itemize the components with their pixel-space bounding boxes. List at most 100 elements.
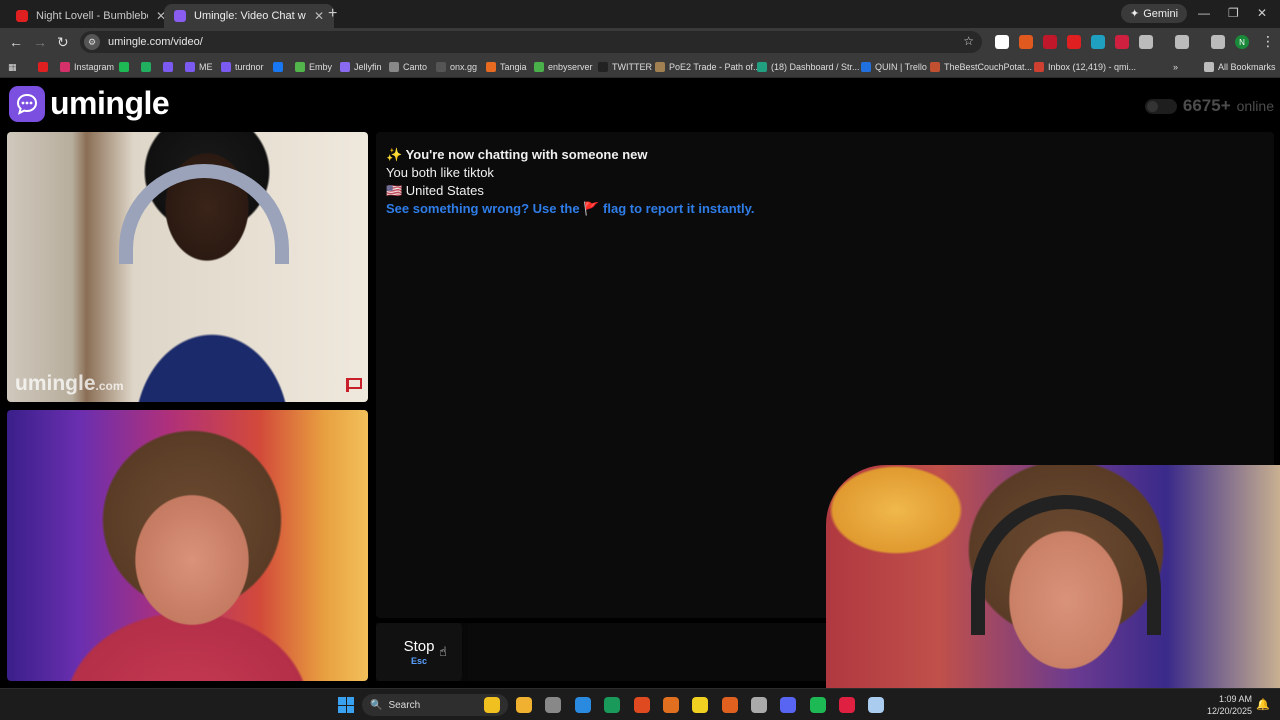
bookmark-favicon-icon <box>534 62 544 72</box>
taskbar-app-icon[interactable] <box>634 697 650 713</box>
watermark-suffix: .com <box>95 379 124 393</box>
hand-cursor-icon: ☝ <box>439 644 447 659</box>
taskbar-app-icon[interactable] <box>839 697 855 713</box>
bookmark-item[interactable] <box>119 60 133 74</box>
close-window-button[interactable]: ✕ <box>1257 6 1267 20</box>
bookmark-item[interactable]: TheBestCouchPotat... <box>930 60 1032 74</box>
bookmark-item[interactable]: TWITTER <box>598 60 652 74</box>
bookmark-item[interactable]: PoE2 Trade - Path of... <box>655 60 761 74</box>
taskbar-app-icon[interactable] <box>604 697 620 713</box>
report-hint-post: flag to report it instantly. <box>603 201 755 216</box>
folder-icon <box>1204 62 1214 72</box>
bookmark-item[interactable]: Emby <box>295 60 332 74</box>
extension-icon[interactable] <box>995 35 1009 49</box>
minimize-button[interactable]: — <box>1198 6 1210 20</box>
taskbar-app-icon[interactable] <box>545 697 561 713</box>
extension-icon[interactable] <box>1175 35 1189 49</box>
extension-icon[interactable] <box>1211 35 1225 49</box>
youtube-icon <box>16 10 28 22</box>
new-tab-button[interactable]: + <box>328 5 337 23</box>
taskbar-app-icon[interactable] <box>810 697 826 713</box>
bookmark-item[interactable]: turdnor <box>221 60 264 74</box>
apps-grid-icon[interactable]: ▦ <box>8 60 17 74</box>
bookmark-item[interactable]: (18) Dashboard / Str... <box>757 60 860 74</box>
site-info-icon[interactable]: ⚙ <box>84 34 100 50</box>
bookmark-item[interactable]: enbyserver <box>534 60 593 74</box>
bookmark-favicon-icon <box>598 62 608 72</box>
stop-button[interactable]: Stop Esc <box>376 623 462 681</box>
taskbar-app-icon[interactable] <box>575 697 591 713</box>
restore-button[interactable]: ❐ <box>1228 6 1239 20</box>
system-clock[interactable]: 1:09 AM 12/20/2025 <box>1207 693 1252 717</box>
bookmarks-overflow-button[interactable]: » <box>1173 60 1178 74</box>
close-tab-icon[interactable]: ✕ <box>314 9 324 23</box>
country-line: 🇺🇸 United States <box>386 183 484 198</box>
stop-shortcut-hint: Esc <box>410 656 427 666</box>
chrome-menu-icon[interactable]: ⋮ <box>1261 33 1275 50</box>
chat-bubble-icon <box>9 85 45 122</box>
back-button[interactable]: ← <box>9 34 23 50</box>
tab-umingle[interactable]: Umingle: Video Chat with S ✕ <box>164 4 335 28</box>
tab-strip: Night Lovell - Bumblebee (KEIF ✕ Umingle… <box>0 0 1280 28</box>
clock-time: 1:09 AM <box>1218 694 1252 704</box>
bookmark-item[interactable] <box>141 60 155 74</box>
extension-icon[interactable] <box>1067 35 1081 49</box>
taskbar-app-icon[interactable] <box>663 697 679 713</box>
bookmark-item[interactable]: Jellyfin <box>340 60 382 74</box>
taskbar-app-icon[interactable] <box>868 697 884 713</box>
forward-button[interactable]: → <box>33 34 47 50</box>
bookmark-item[interactable] <box>163 60 177 74</box>
bookmark-favicon-icon <box>340 62 350 72</box>
bookmark-favicon-icon <box>273 62 283 72</box>
bookmark-favicon-icon <box>295 62 305 72</box>
online-indicator: 6675+ online <box>1144 96 1274 116</box>
taskbar-app-icon[interactable] <box>516 697 532 713</box>
bookmark-favicon-icon <box>757 62 767 72</box>
bookmark-favicon-icon <box>60 62 70 72</box>
extension-icon[interactable] <box>1139 35 1153 49</box>
bookmark-item[interactable]: Instagram <box>60 60 114 74</box>
taskbar-app-icon[interactable] <box>780 697 796 713</box>
all-bookmarks-button[interactable]: All Bookmarks <box>1204 60 1276 74</box>
taskbar-app-icon[interactable] <box>722 697 738 713</box>
bookmark-item[interactable] <box>38 60 52 74</box>
report-flag-icon[interactable] <box>346 378 362 392</box>
headset-shape <box>971 495 1161 635</box>
address-bar[interactable]: ⚙ umingle.com/video/ ☆ <box>80 31 982 53</box>
bookmark-label: QUIN | Trello <box>875 62 927 72</box>
reload-button[interactable]: ↻ <box>57 34 69 51</box>
bookmark-item[interactable]: QUIN | Trello <box>861 60 927 74</box>
report-hint-line[interactable]: See something wrong? Use the 🚩 flag to r… <box>386 201 754 217</box>
sparkle-icon: ✦ <box>1130 8 1140 20</box>
bookmark-item[interactable]: Tangia <box>486 60 527 74</box>
stop-label: Stop <box>403 638 435 655</box>
extension-icon[interactable] <box>1091 35 1105 49</box>
bookmark-item[interactable]: Canto <box>389 60 427 74</box>
tab-night-lovell[interactable]: Night Lovell - Bumblebee (KEIF ✕ <box>6 4 176 28</box>
bookmark-item[interactable]: ME <box>185 60 213 74</box>
gemini-button[interactable]: ✦ Gemini <box>1121 4 1188 23</box>
bookmark-favicon-icon <box>141 62 151 72</box>
bookmark-label: Canto <box>403 62 428 72</box>
gemini-label: Gemini <box>1143 7 1179 20</box>
taskbar-app-icon[interactable] <box>751 697 767 713</box>
umingle-logo[interactable]: umingle <box>9 85 170 122</box>
extension-icon[interactable] <box>1043 35 1057 49</box>
bookmark-label: turdnor <box>235 62 264 72</box>
notification-bell-icon[interactable]: 🔔 <box>1256 698 1270 711</box>
bookmark-favicon-icon <box>655 62 665 72</box>
bookmark-item[interactable] <box>273 60 287 74</box>
bookmark-item[interactable]: onx.gg <box>436 60 477 74</box>
taskbar-app-icon[interactable] <box>692 697 708 713</box>
bookmark-star-icon[interactable]: ☆ <box>963 34 974 48</box>
taskbar-app-icon[interactable] <box>484 697 500 713</box>
profile-avatar[interactable]: N <box>1235 35 1249 49</box>
bookmark-label: Tangia <box>500 62 527 72</box>
bookmark-item[interactable]: Inbox (12,419) - qmi... <box>1034 60 1136 74</box>
report-hint-pre: See something wrong? Use the <box>386 201 580 216</box>
extension-icon[interactable] <box>1019 35 1033 49</box>
theme-toggle[interactable] <box>1144 98 1177 114</box>
windows-start-icon[interactable] <box>338 697 354 713</box>
self-video <box>7 410 368 681</box>
extension-icon[interactable] <box>1115 35 1129 49</box>
